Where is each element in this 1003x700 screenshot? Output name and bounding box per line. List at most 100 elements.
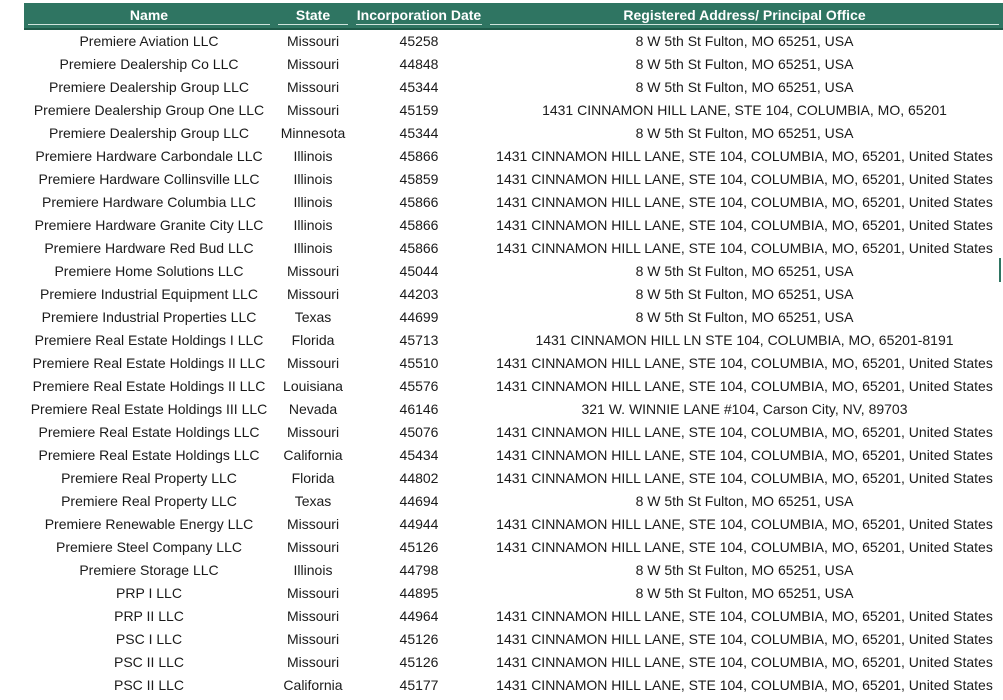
cell-state[interactable]: Texas bbox=[274, 306, 352, 329]
cell-address[interactable]: 8 W 5th St Fulton, MO 65251, USA bbox=[486, 76, 1003, 99]
cell-name[interactable]: Premiere Steel Company LLC bbox=[24, 536, 274, 559]
cell-incorporation-date[interactable]: 44798 bbox=[352, 559, 486, 582]
cell-name[interactable]: PSC II LLC bbox=[24, 674, 274, 697]
cell-name[interactable]: Premiere Dealership Co LLC bbox=[24, 53, 274, 76]
cell-state[interactable]: Missouri bbox=[274, 582, 352, 605]
cell-address[interactable]: 8 W 5th St Fulton, MO 65251, USA bbox=[486, 559, 1003, 582]
cell-state[interactable]: Illinois bbox=[274, 214, 352, 237]
cell-name[interactable]: Premiere Dealership Group LLC bbox=[24, 76, 274, 99]
cell-address[interactable]: 1431 CINNAMON HILL LANE, STE 104, COLUMB… bbox=[486, 421, 1003, 444]
cell-address[interactable]: 1431 CINNAMON HILL LANE, STE 104, COLUMB… bbox=[486, 467, 1003, 490]
cell-address[interactable]: 1431 CINNAMON HILL LANE, STE 104, COLUMB… bbox=[486, 375, 1003, 398]
cell-incorporation-date[interactable]: 45177 bbox=[352, 674, 486, 697]
header-incorporation-date[interactable]: Incorporation Date bbox=[352, 3, 486, 27]
cell-state[interactable]: Missouri bbox=[274, 421, 352, 444]
cell-incorporation-date[interactable]: 45344 bbox=[352, 76, 486, 99]
cell-name[interactable]: Premiere Storage LLC bbox=[24, 559, 274, 582]
header-name[interactable]: Name bbox=[24, 3, 274, 27]
cell-name[interactable]: Premiere Real Estate Holdings I LLC bbox=[24, 329, 274, 352]
cell-name[interactable]: Premiere Real Estate Holdings III LLC bbox=[24, 398, 274, 421]
cell-incorporation-date[interactable]: 45866 bbox=[352, 145, 486, 168]
cell-address[interactable]: 1431 CINNAMON HILL LANE, STE 104, COLUMB… bbox=[486, 628, 1003, 651]
cell-state[interactable]: California bbox=[274, 674, 352, 697]
cell-incorporation-date[interactable]: 45044 bbox=[352, 260, 486, 283]
cell-address[interactable]: 1431 CINNAMON HILL LANE, STE 104, COLUMB… bbox=[486, 605, 1003, 628]
cell-incorporation-date[interactable]: 45159 bbox=[352, 99, 486, 122]
cell-state[interactable]: Missouri bbox=[274, 99, 352, 122]
cell-name[interactable]: Premiere Real Estate Holdings LLC bbox=[24, 444, 274, 467]
cell-state[interactable]: Illinois bbox=[274, 237, 352, 260]
cell-state[interactable]: Missouri bbox=[274, 53, 352, 76]
cell-address[interactable]: 8 W 5th St Fulton, MO 65251, USA bbox=[486, 260, 1003, 283]
cell-address[interactable]: 8 W 5th St Fulton, MO 65251, USA bbox=[486, 582, 1003, 605]
header-state[interactable]: State bbox=[274, 3, 352, 27]
cell-name[interactable]: Premiere Dealership Group LLC bbox=[24, 122, 274, 145]
cell-state[interactable]: Illinois bbox=[274, 559, 352, 582]
cell-state[interactable]: Illinois bbox=[274, 168, 352, 191]
cell-incorporation-date[interactable]: 44848 bbox=[352, 53, 486, 76]
cell-name[interactable]: Premiere Aviation LLC bbox=[24, 30, 274, 53]
cell-address[interactable]: 1431 CINNAMON HILL LANE, STE 104, COLUMB… bbox=[486, 444, 1003, 467]
cell-name[interactable]: Premiere Real Estate Holdings LLC bbox=[24, 421, 274, 444]
cell-name[interactable]: Premiere Real Property LLC bbox=[24, 467, 274, 490]
cell-name[interactable]: Premiere Hardware Carbondale LLC bbox=[24, 145, 274, 168]
cell-state[interactable]: Illinois bbox=[274, 191, 352, 214]
cell-name[interactable]: Premiere Hardware Collinsville LLC bbox=[24, 168, 274, 191]
cell-name[interactable]: PRP II LLC bbox=[24, 605, 274, 628]
cell-incorporation-date[interactable]: 45866 bbox=[352, 191, 486, 214]
cell-state[interactable]: Texas bbox=[274, 490, 352, 513]
cell-incorporation-date[interactable]: 45344 bbox=[352, 122, 486, 145]
cell-address[interactable]: 1431 CINNAMON HILL LANE, STE 104, COLUMB… bbox=[486, 352, 1003, 375]
cell-state[interactable]: Louisiana bbox=[274, 375, 352, 398]
cell-address[interactable]: 1431 CINNAMON HILL LANE, STE 104, COLUMB… bbox=[486, 513, 1003, 536]
cell-address[interactable]: 8 W 5th St Fulton, MO 65251, USA bbox=[486, 283, 1003, 306]
cell-name[interactable]: PSC I LLC bbox=[24, 628, 274, 651]
cell-state[interactable]: Missouri bbox=[274, 30, 352, 53]
cell-name[interactable]: Premiere Hardware Red Bud LLC bbox=[24, 237, 274, 260]
cell-address[interactable]: 1431 CINNAMON HILL LANE, STE 104, COLUMB… bbox=[486, 237, 1003, 260]
cell-state[interactable]: Missouri bbox=[274, 260, 352, 283]
cell-address[interactable]: 1431 CINNAMON HILL LANE, STE 104, COLUMB… bbox=[486, 651, 1003, 674]
cell-name[interactable]: PRP I LLC bbox=[24, 582, 274, 605]
cell-address[interactable]: 1431 CINNAMON HILL LANE, STE 104, COLUMB… bbox=[486, 145, 1003, 168]
cell-name[interactable]: Premiere Real Property LLC bbox=[24, 490, 274, 513]
cell-incorporation-date[interactable]: 45126 bbox=[352, 628, 486, 651]
cell-incorporation-date[interactable]: 45076 bbox=[352, 421, 486, 444]
cell-name[interactable]: Premiere Real Estate Holdings II LLC bbox=[24, 375, 274, 398]
cell-state[interactable]: Missouri bbox=[274, 651, 352, 674]
cell-name[interactable]: Premiere Industrial Equipment LLC bbox=[24, 283, 274, 306]
cell-name[interactable]: Premiere Hardware Columbia LLC bbox=[24, 191, 274, 214]
cell-state[interactable]: Missouri bbox=[274, 628, 352, 651]
cell-incorporation-date[interactable]: 45576 bbox=[352, 375, 486, 398]
cell-incorporation-date[interactable]: 44944 bbox=[352, 513, 486, 536]
cell-state[interactable]: Nevada bbox=[274, 398, 352, 421]
cell-incorporation-date[interactable]: 44895 bbox=[352, 582, 486, 605]
cell-state[interactable]: California bbox=[274, 444, 352, 467]
cell-address[interactable]: 1431 CINNAMON HILL LANE, STE 104, COLUMB… bbox=[486, 674, 1003, 697]
cell-name[interactable]: Premiere Hardware Granite City LLC bbox=[24, 214, 274, 237]
cell-incorporation-date[interactable]: 44699 bbox=[352, 306, 486, 329]
cell-address[interactable]: 321 W. WINNIE LANE #104, Carson City, NV… bbox=[486, 398, 1003, 421]
cell-state[interactable]: Illinois bbox=[274, 145, 352, 168]
cell-address[interactable]: 8 W 5th St Fulton, MO 65251, USA bbox=[486, 122, 1003, 145]
cell-address[interactable]: 8 W 5th St Fulton, MO 65251, USA bbox=[486, 53, 1003, 76]
cell-state[interactable]: Missouri bbox=[274, 536, 352, 559]
cell-incorporation-date[interactable]: 45258 bbox=[352, 30, 486, 53]
cell-incorporation-date[interactable]: 45859 bbox=[352, 168, 486, 191]
cell-address[interactable]: 8 W 5th St Fulton, MO 65251, USA bbox=[486, 30, 1003, 53]
cell-address[interactable]: 1431 CINNAMON HILL LANE, STE 104, COLUMB… bbox=[486, 191, 1003, 214]
cell-incorporation-date[interactable]: 45126 bbox=[352, 536, 486, 559]
cell-name[interactable]: PSC II LLC bbox=[24, 651, 274, 674]
cell-incorporation-date[interactable]: 45126 bbox=[352, 651, 486, 674]
cell-address[interactable]: 8 W 5th St Fulton, MO 65251, USA bbox=[486, 490, 1003, 513]
cell-address[interactable]: 1431 CINNAMON HILL LANE, STE 104, COLUMB… bbox=[486, 214, 1003, 237]
cell-state[interactable]: Missouri bbox=[274, 605, 352, 628]
cell-incorporation-date[interactable]: 45713 bbox=[352, 329, 486, 352]
cell-state[interactable]: Minnesota bbox=[274, 122, 352, 145]
cell-name[interactable]: Premiere Industrial Properties LLC bbox=[24, 306, 274, 329]
cell-incorporation-date[interactable]: 44694 bbox=[352, 490, 486, 513]
cell-name[interactable]: Premiere Home Solutions LLC bbox=[24, 260, 274, 283]
cell-incorporation-date[interactable]: 45866 bbox=[352, 237, 486, 260]
cell-state[interactable]: Missouri bbox=[274, 352, 352, 375]
cell-incorporation-date[interactable]: 45434 bbox=[352, 444, 486, 467]
